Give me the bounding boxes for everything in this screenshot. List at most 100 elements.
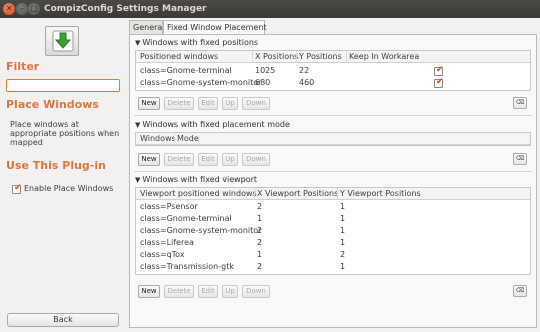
delete-button[interactable]: Delete <box>164 285 194 298</box>
table-row[interactable]: class=Gnome-terminal 1025 22 ✔ <box>136 65 530 77</box>
x-viewport-cell: 1 <box>257 214 263 223</box>
new-button[interactable]: New <box>138 97 160 110</box>
checkmark-icon: ✔ <box>436 65 444 75</box>
column-header[interactable]: Windows <box>140 133 176 145</box>
window-cell: class=Gnome-system-monitor <box>140 78 262 87</box>
x-position-cell: 1025 <box>255 66 276 75</box>
close-icon[interactable]: ✕ <box>3 3 15 15</box>
y-viewport-cell: 1 <box>340 262 346 271</box>
window-cell: class=Gnome-terminal <box>140 214 232 223</box>
column-header[interactable]: X Viewport Positions <box>257 188 338 200</box>
y-position-cell: 22 <box>299 66 310 75</box>
x-viewport-cell: 2 <box>257 226 263 235</box>
x-position-cell: 680 <box>255 78 271 87</box>
enable-plugin-checkbox[interactable]: ✔ <box>12 183 22 194</box>
table-row[interactable]: class=Gnome-system-monitor 680 460 ✔ <box>136 77 530 89</box>
table-row[interactable]: class=Psensor 2 1 <box>136 201 530 213</box>
x-viewport-cell: 2 <box>257 262 263 271</box>
table-row[interactable]: class=Gnome-terminal 1 1 <box>136 213 530 225</box>
table-header: Positioned windows X Positions Y Positio… <box>136 51 530 63</box>
x-viewport-cell: 1 <box>257 250 263 259</box>
section-placement-mode-header[interactable]: ▼ Windows with fixed placement mode <box>135 120 290 129</box>
divider <box>134 115 532 116</box>
y-viewport-cell: 2 <box>340 250 346 259</box>
section-title: Windows with fixed placement mode <box>142 120 290 129</box>
column-header[interactable]: Viewport positioned windows <box>140 188 257 200</box>
window-cell: class=Gnome-terminal <box>140 66 232 75</box>
window-cell: class=Psensor <box>140 202 198 211</box>
table-row[interactable]: class=Gnome-system-monitor 2 1 <box>136 225 530 237</box>
up-button[interactable]: Up <box>222 153 238 166</box>
back-button[interactable]: Back <box>7 313 119 327</box>
keep-in-workarea-checkbox[interactable]: ✔ <box>434 65 444 76</box>
plugin-description: Place windows at appropriate positions w… <box>10 120 120 147</box>
checkmark-icon: ✔ <box>14 183 22 193</box>
expander-down-icon: ▼ <box>135 121 141 129</box>
down-button[interactable]: Down <box>242 97 270 110</box>
section-title: Windows with fixed viewport <box>142 175 258 184</box>
delete-button[interactable]: Delete <box>164 97 194 110</box>
tab-content: ▼ Windows with fixed positions Positioned… <box>129 34 537 328</box>
window-cell: class=Liferea <box>140 238 194 247</box>
plugin-heading: Place Windows <box>6 98 99 111</box>
up-button[interactable]: Up <box>222 97 238 110</box>
y-viewport-cell: 1 <box>340 202 346 211</box>
x-viewport-cell: 2 <box>257 202 263 211</box>
backspace-icon[interactable]: ⌫ <box>513 97 527 109</box>
new-button[interactable]: New <box>138 285 160 298</box>
divider <box>134 171 532 172</box>
edit-button[interactable]: Edit <box>198 97 218 110</box>
tab-general[interactable]: General <box>129 20 165 34</box>
backspace-icon[interactable]: ⌫ <box>513 153 527 165</box>
use-plugin-heading: Use This Plug-in <box>6 159 106 172</box>
y-position-cell: 460 <box>299 78 315 87</box>
edit-button[interactable]: Edit <box>198 285 218 298</box>
title-bar: ✕ – □ CompizConfig Settings Manager <box>0 0 540 18</box>
expander-down-icon: ▼ <box>135 176 141 184</box>
maximize-icon[interactable]: □ <box>28 3 40 15</box>
tab-fixed-window-placement[interactable]: Fixed Window Placement <box>163 20 267 35</box>
window-cell: class=qTox <box>140 250 185 259</box>
y-viewport-cell: 1 <box>340 214 346 223</box>
window-title: CompizConfig Settings Manager <box>44 4 207 14</box>
edit-button[interactable]: Edit <box>198 153 218 166</box>
fixed-viewport-table[interactable]: Viewport positioned windows X Viewport P… <box>135 187 531 275</box>
table-row[interactable]: class=qTox 1 2 <box>136 249 530 261</box>
table-header: Viewport positioned windows X Viewport P… <box>136 188 530 200</box>
table-row[interactable]: class=Liferea 2 1 <box>136 237 530 249</box>
keep-in-workarea-checkbox[interactable]: ✔ <box>434 77 444 88</box>
x-viewport-cell: 2 <box>257 238 263 247</box>
placement-mode-table[interactable]: Windows Mode <box>135 132 531 146</box>
checkmark-icon: ✔ <box>436 77 444 87</box>
column-header[interactable]: Mode <box>177 133 199 145</box>
enable-plugin-label: Enable Place Windows <box>24 184 114 193</box>
table-header: Windows Mode <box>136 133 530 145</box>
column-header[interactable]: Keep In Workarea <box>349 51 419 63</box>
section-fixed-viewport-header[interactable]: ▼ Windows with fixed viewport <box>135 175 257 184</box>
new-button[interactable]: New <box>138 153 160 166</box>
window-cell: class=Transmission-gtk <box>140 262 234 271</box>
sidebar: Filter Place Windows Place windows at ap… <box>0 18 126 332</box>
filter-input[interactable] <box>6 79 120 92</box>
down-button[interactable]: Down <box>242 285 270 298</box>
y-viewport-cell: 1 <box>340 238 346 247</box>
backspace-icon[interactable]: ⌫ <box>513 285 527 297</box>
window-cell: class=Gnome-system-monitor <box>140 226 262 235</box>
column-header[interactable]: X Positions <box>255 51 298 63</box>
plugin-icon <box>45 26 79 56</box>
fixed-positions-table[interactable]: Positioned windows X Positions Y Positio… <box>135 50 531 91</box>
up-button[interactable]: Up <box>222 285 238 298</box>
down-arrow-icon <box>52 30 74 52</box>
table-row[interactable]: class=Transmission-gtk 2 1 <box>136 261 530 273</box>
column-header[interactable]: Y Viewport Positions <box>340 188 421 200</box>
section-title: Windows with fixed positions <box>142 38 259 47</box>
section-fixed-positions-header[interactable]: ▼ Windows with fixed positions <box>135 38 258 47</box>
expander-down-icon: ▼ <box>135 39 141 47</box>
down-button[interactable]: Down <box>242 153 270 166</box>
column-header[interactable]: Y Positions <box>299 51 342 63</box>
delete-button[interactable]: Delete <box>164 153 194 166</box>
minimize-icon[interactable]: – <box>16 3 28 15</box>
y-viewport-cell: 1 <box>340 226 346 235</box>
filter-heading: Filter <box>6 60 40 73</box>
column-header[interactable]: Positioned windows <box>140 51 218 63</box>
